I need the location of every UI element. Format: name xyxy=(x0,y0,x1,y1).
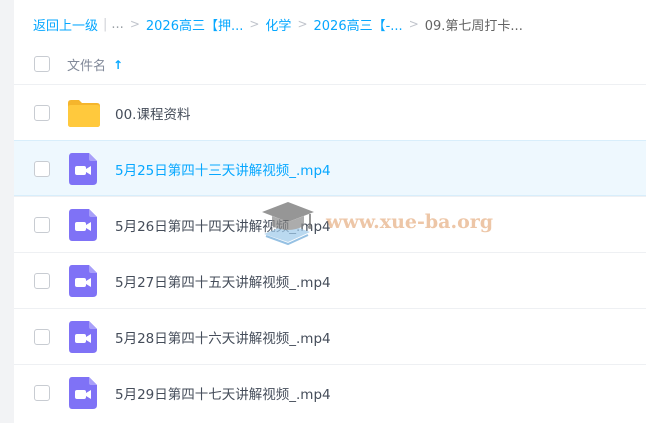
video-file-icon xyxy=(69,377,97,409)
video-file-icon xyxy=(69,153,97,185)
row-checkbox[interactable] xyxy=(34,385,50,401)
chevron-right-icon: > xyxy=(408,17,419,31)
list-item[interactable]: 5月26日第四十四天讲解视频_.mp4 xyxy=(14,196,646,252)
file-name[interactable]: 5月28日第四十六天讲解视频_.mp4 xyxy=(115,327,331,347)
list-item[interactable]: 5月28日第四十六天讲解视频_.mp4 xyxy=(14,308,646,364)
list-header: 文件名 ↑ xyxy=(14,46,646,82)
row-checkbox[interactable] xyxy=(34,161,50,177)
breadcrumb: 返回上一级 | ... > 2026高三【押... > 化学 > 2026高三【… xyxy=(33,13,523,35)
video-file-icon xyxy=(69,265,97,297)
video-file-icon xyxy=(69,209,97,241)
file-name[interactable]: 00.课程资料 xyxy=(115,103,190,123)
column-header-file-name: 文件名 xyxy=(67,59,107,74)
video-file-icon xyxy=(69,321,97,353)
row-checkbox[interactable] xyxy=(34,329,50,345)
file-name[interactable]: 5月29日第四十七天讲解视频_.mp4 xyxy=(115,383,331,403)
list-item[interactable]: 5月27日第四十五天讲解视频_.mp4 xyxy=(14,252,646,308)
sort-by-name-header[interactable]: 文件名 ↑ xyxy=(67,55,124,75)
row-checkbox[interactable] xyxy=(34,105,50,121)
sort-ascending-icon: ↑ xyxy=(113,57,124,72)
breadcrumb-item-1[interactable]: 2026高三【押... xyxy=(146,15,243,34)
breadcrumb-current: 09.第七周打卡... xyxy=(424,18,523,34)
row-checkbox[interactable] xyxy=(34,217,50,233)
breadcrumb-ellipsis[interactable]: ... xyxy=(111,17,123,32)
folder-icon xyxy=(68,100,100,127)
chevron-right-icon: > xyxy=(249,17,260,31)
list-item[interactable]: 5月29日第四十七天讲解视频_.mp4 xyxy=(14,364,646,420)
chevron-right-icon: > xyxy=(129,17,140,31)
breadcrumb-item-2[interactable]: 化学 xyxy=(265,15,291,34)
breadcrumb-divider: | xyxy=(103,16,108,32)
chevron-right-icon: > xyxy=(297,17,308,31)
list-item[interactable]: 00.课程资料 xyxy=(14,84,646,140)
row-checkbox[interactable] xyxy=(34,273,50,289)
select-all-checkbox[interactable] xyxy=(34,56,50,72)
list-item[interactable]: 5月25日第四十三天讲解视频_.mp4 xyxy=(14,140,646,196)
breadcrumb-item-3[interactable]: 2026高三【-... xyxy=(314,15,403,34)
back-link[interactable]: 返回上一级 xyxy=(33,15,98,34)
file-list-panel: 返回上一级 | ... > 2026高三【押... > 化学 > 2026高三【… xyxy=(14,0,646,423)
file-name[interactable]: 5月27日第四十五天讲解视频_.mp4 xyxy=(115,271,331,291)
file-name[interactable]: 5月26日第四十四天讲解视频_.mp4 xyxy=(115,215,331,235)
file-name[interactable]: 5月25日第四十三天讲解视频_.mp4 xyxy=(115,159,331,179)
